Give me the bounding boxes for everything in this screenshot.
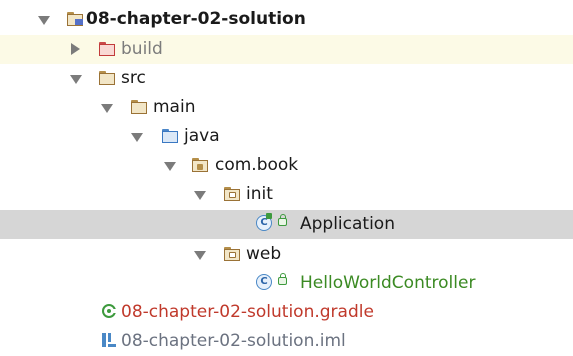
tree-node-java[interactable]: java bbox=[0, 122, 573, 151]
collapse-arrow-icon[interactable] bbox=[71, 43, 80, 55]
tree-node-label: 08-chapter-02-solution.iml bbox=[121, 331, 346, 351]
gradle-icon bbox=[102, 304, 117, 318]
tree-node-label: HelloWorldController bbox=[300, 273, 476, 293]
project-folder-icon bbox=[67, 12, 83, 26]
tree-node-label: 08-chapter-02-solution bbox=[86, 9, 306, 29]
lock-icon bbox=[278, 214, 287, 226]
folder-icon bbox=[99, 71, 115, 85]
tree-node-label: com.book bbox=[215, 155, 299, 175]
tree-node-iml-file[interactable]: 08-chapter-02-solution.iml bbox=[0, 327, 573, 356]
tree-node-label: java bbox=[184, 126, 220, 146]
tree-node-application[interactable]: C Application bbox=[0, 210, 573, 239]
package-icon bbox=[192, 158, 208, 172]
excluded-folder-icon bbox=[99, 42, 115, 56]
tree-node-main[interactable]: main bbox=[0, 93, 573, 122]
expand-arrow-icon[interactable] bbox=[164, 162, 176, 171]
tree-node-label: build bbox=[121, 39, 163, 59]
tree-node-label: src bbox=[121, 68, 146, 88]
tree-node-root[interactable]: 08-chapter-02-solution bbox=[0, 5, 573, 34]
class-icon: C bbox=[256, 274, 272, 290]
expand-arrow-icon[interactable] bbox=[194, 251, 206, 260]
tree-node-gradle-file[interactable]: 08-chapter-02-solution.gradle bbox=[0, 298, 573, 327]
tree-node-label: main bbox=[153, 97, 196, 117]
source-root-folder-icon bbox=[162, 129, 178, 143]
tree-node-package[interactable]: com.book bbox=[0, 151, 573, 180]
expand-arrow-icon[interactable] bbox=[70, 75, 82, 84]
tree-node-init[interactable]: init bbox=[0, 180, 573, 209]
tree-node-label: 08-chapter-02-solution.gradle bbox=[121, 302, 374, 322]
expand-arrow-icon[interactable] bbox=[38, 16, 50, 25]
tree-node-src[interactable]: src bbox=[0, 64, 573, 93]
tree-node-build[interactable]: build bbox=[0, 35, 573, 64]
iml-module-icon bbox=[102, 333, 116, 347]
package-icon bbox=[224, 187, 240, 201]
run-badge-icon bbox=[266, 213, 272, 219]
expand-arrow-icon[interactable] bbox=[101, 104, 113, 113]
expand-arrow-icon[interactable] bbox=[131, 133, 143, 142]
package-icon bbox=[224, 247, 240, 261]
lock-icon bbox=[278, 273, 287, 285]
expand-arrow-icon[interactable] bbox=[194, 191, 206, 200]
tree-node-label: init bbox=[246, 184, 273, 204]
tree-node-label: web bbox=[246, 244, 282, 264]
tree-node-controller[interactable]: C HelloWorldController bbox=[0, 269, 573, 298]
tree-node-label: Application bbox=[300, 214, 395, 234]
tree-node-web[interactable]: web bbox=[0, 240, 573, 269]
folder-icon bbox=[131, 100, 147, 114]
